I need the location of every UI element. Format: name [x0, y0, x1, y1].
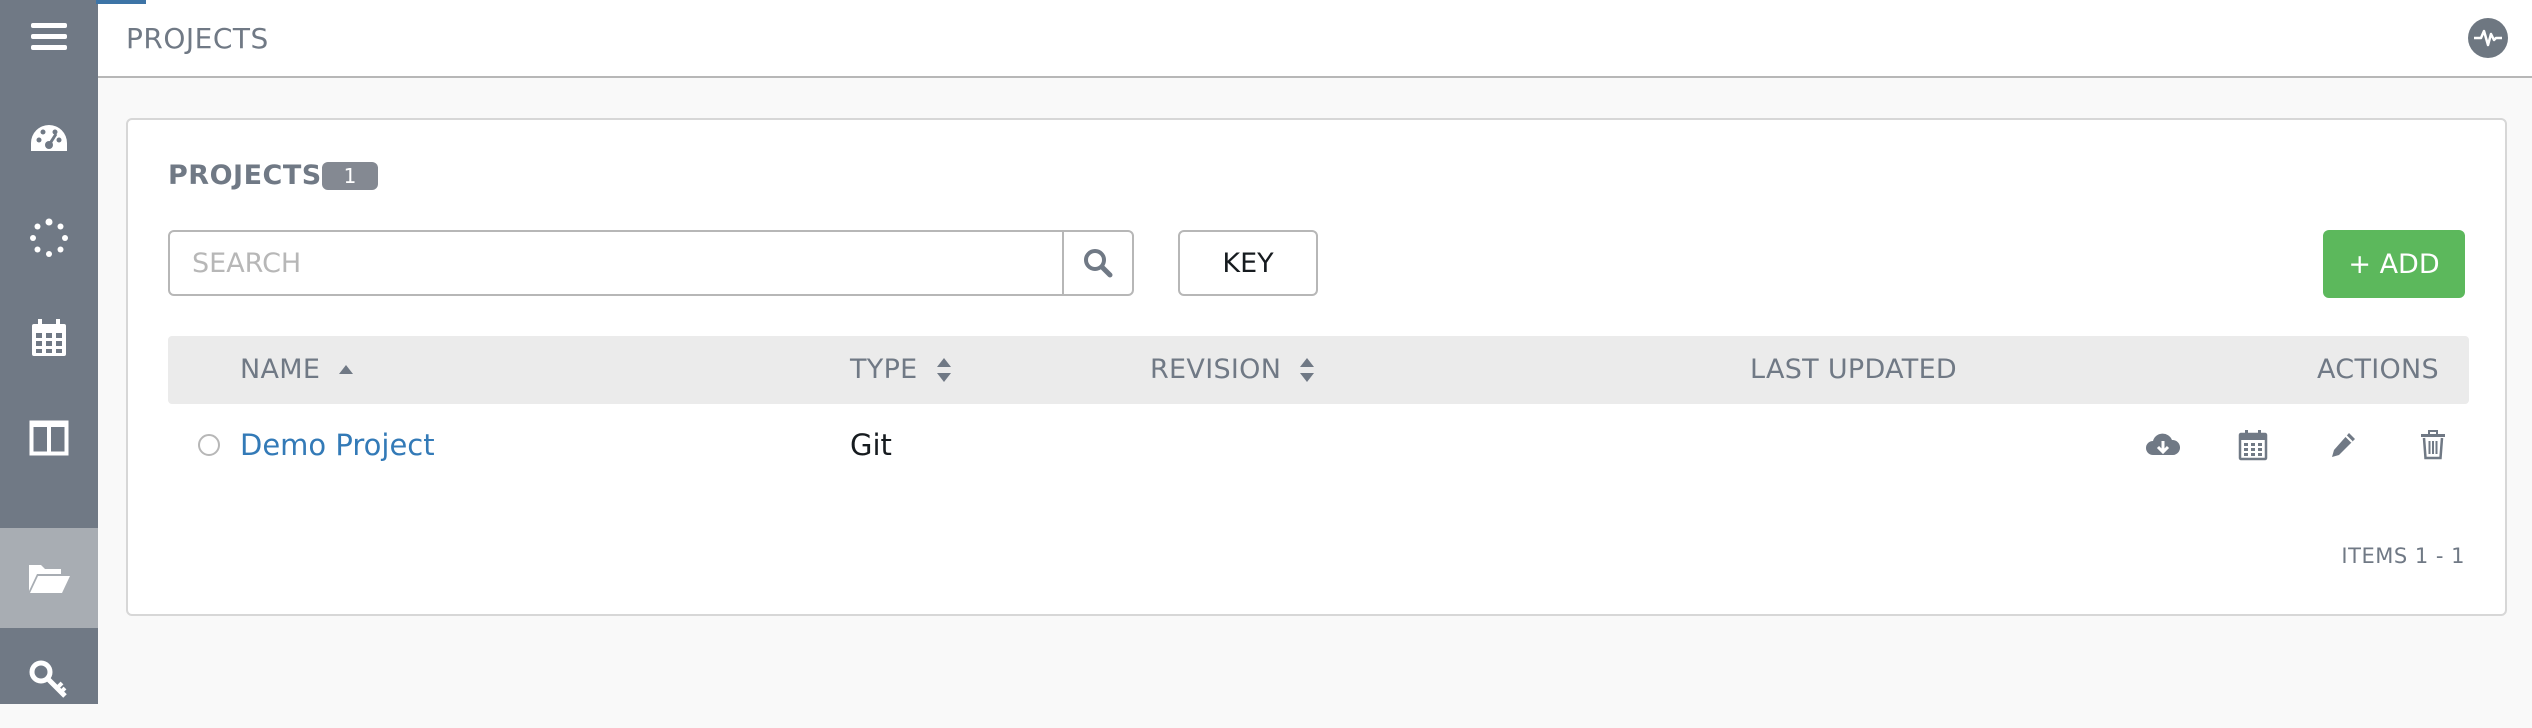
project-status-icon — [198, 434, 220, 456]
search-button[interactable] — [1062, 230, 1134, 296]
menu-toggle-button[interactable] — [0, 0, 98, 86]
column-label: REVISION — [1150, 354, 1282, 385]
trash-icon — [2421, 430, 2445, 460]
count-badge: 1 — [322, 162, 378, 190]
project-name-link[interactable]: Demo Project — [240, 428, 435, 462]
calendar-icon — [2238, 430, 2268, 461]
column-header-type[interactable]: TYPE — [850, 354, 952, 385]
key-button[interactable]: KEY — [1178, 230, 1318, 296]
folder-open-icon — [29, 565, 70, 593]
search-input[interactable] — [168, 230, 1064, 296]
sidebar-item-schedules[interactable] — [0, 288, 98, 388]
tab-indicator — [96, 0, 146, 4]
sync-project-button[interactable] — [2144, 426, 2182, 464]
sort-icon — [1300, 357, 1315, 382]
column-header-last-updated: LAST UPDATED — [1750, 354, 1957, 385]
pencil-icon — [2332, 433, 2355, 457]
breadcrumb: PROJECTS — [126, 22, 269, 55]
column-label: ACTIONS — [2317, 354, 2439, 385]
table-header: NAME TYPE REVISION LAST UPDATED ACTIONS — [168, 336, 2469, 404]
key-icon — [29, 660, 67, 698]
add-button[interactable]: + ADD — [2323, 230, 2465, 298]
sort-ascending-icon — [339, 364, 354, 374]
sidebar-item-portal[interactable] — [0, 388, 98, 488]
delete-project-button[interactable] — [2414, 426, 2452, 464]
top-bar: PROJECTS — [96, 0, 2532, 78]
sidebar-item-dashboard[interactable] — [0, 88, 98, 188]
cloud-download-icon — [2146, 433, 2181, 455]
search-icon — [1084, 249, 1113, 278]
calendar-icon — [32, 319, 66, 356]
activity-stream-icon — [2474, 29, 2502, 47]
activity-stream-button[interactable] — [2468, 18, 2508, 58]
column-label: LAST UPDATED — [1750, 354, 1958, 385]
columns-icon — [29, 420, 69, 456]
panel-title: PROJECTS — [168, 160, 322, 191]
projects-panel: PROJECTS 1 KEY + ADD NAME TYPE REVISION — [126, 118, 2507, 616]
project-type: Git — [850, 428, 892, 462]
edit-project-button[interactable] — [2324, 426, 2362, 464]
column-label: TYPE — [850, 354, 918, 385]
sidebar-item-projects[interactable] — [0, 528, 98, 628]
sort-icon — [936, 357, 951, 382]
pagination-summary: ITEMS 1 - 1 — [2341, 544, 2465, 568]
column-header-revision[interactable]: REVISION — [1150, 354, 1315, 385]
column-label: NAME — [240, 354, 321, 385]
dashboard-gauge-icon — [31, 125, 67, 151]
column-header-actions: ACTIONS — [2317, 354, 2439, 385]
table-row: Demo Project Git — [168, 404, 2469, 486]
column-header-name[interactable]: NAME — [240, 354, 354, 385]
schedule-project-button[interactable] — [2234, 426, 2272, 464]
sidebar-item-credentials[interactable] — [0, 628, 98, 728]
hamburger-icon — [31, 23, 67, 50]
sidebar-item-jobs[interactable] — [0, 188, 98, 288]
spinner-icon — [30, 218, 68, 257]
sidebar — [0, 0, 98, 704]
